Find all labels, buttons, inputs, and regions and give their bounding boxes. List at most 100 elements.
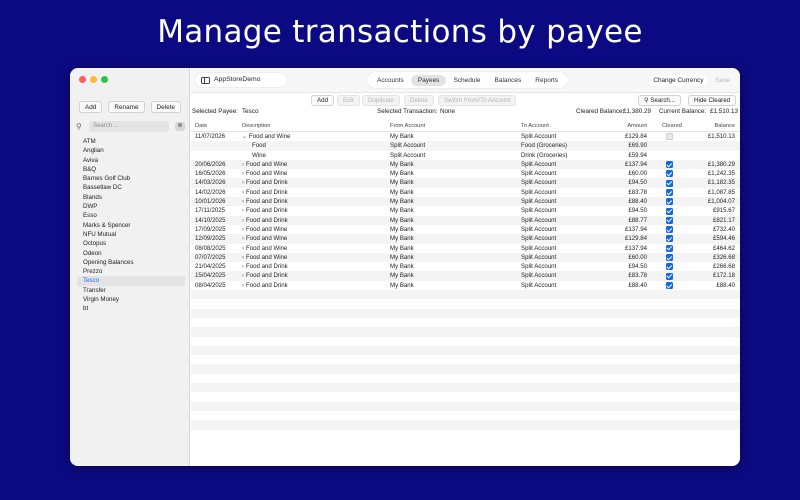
tab-schedule[interactable]: Schedule	[446, 75, 487, 86]
chevron-down-icon[interactable]: ⌄	[242, 134, 247, 140]
save-button[interactable]: Save	[711, 75, 734, 86]
chevron-right-icon[interactable]: ›	[242, 190, 244, 196]
tab-reports[interactable]: Reports	[528, 75, 565, 86]
header-from-account[interactable]: From Account	[390, 121, 425, 132]
cleared-checkbox[interactable]	[666, 263, 673, 271]
payee-item[interactable]: Transfer	[77, 286, 185, 295]
table-row[interactable]: 14/03/2026 › Food and Drink My Bank Split Ac…	[191, 178, 740, 188]
payee-item[interactable]: Bassetlaw DC	[77, 183, 185, 192]
tab-balances[interactable]: Balances	[488, 75, 529, 86]
chevron-right-icon[interactable]: ›	[242, 218, 244, 224]
cleared-checkbox[interactable]	[666, 188, 673, 196]
edit-transaction-button[interactable]: Edit	[337, 95, 360, 106]
table-row[interactable]: Food Split Account Food (Groceries) £69.90	[191, 141, 740, 151]
cleared-checkbox[interactable]	[666, 170, 673, 178]
payee-item[interactable]: DWP	[77, 202, 185, 211]
chevron-right-icon[interactable]: ›	[242, 171, 244, 177]
header-to-account[interactable]: To Account	[521, 121, 549, 132]
table-row[interactable]: 14/10/2025 › Food and Drink My Bank Split Ac…	[191, 215, 740, 225]
table-row[interactable]: 15/04/2025 › Food and Drink My Bank Split Ac…	[191, 271, 740, 281]
delete-transaction-button[interactable]: Delete	[404, 95, 434, 106]
hide-cleared-button[interactable]: Hide Cleared	[688, 95, 737, 106]
payee-item[interactable]: Marks & Spencer	[77, 221, 185, 230]
search-transactions-button[interactable]: ⚲ Search...	[638, 95, 682, 106]
tab-accounts[interactable]: Accounts	[370, 75, 411, 86]
payee-item[interactable]: Anglian	[77, 146, 185, 155]
chevron-right-icon[interactable]: ›	[242, 283, 244, 289]
cleared-checkbox[interactable]	[666, 198, 673, 206]
sidebar-toggle-icon[interactable]	[201, 76, 210, 84]
payee-item[interactable]: Prezzo	[77, 267, 185, 276]
close-window-button[interactable]	[79, 76, 86, 83]
cleared-checkbox[interactable]	[666, 254, 673, 262]
header-cleared[interactable]: Cleared	[662, 121, 682, 132]
table-row[interactable]: Wine Split Account Drink (Groceries) £59.94	[191, 151, 740, 160]
table-row[interactable]: 14/02/2026 › Food and Drink My Bank Split Ac…	[191, 188, 740, 197]
chevron-right-icon[interactable]: ›	[242, 227, 244, 233]
chevron-right-icon[interactable]: ›	[242, 199, 244, 205]
payee-item[interactable]: NFU Mutual	[77, 230, 185, 239]
payee-item[interactable]: Odeon	[77, 249, 185, 258]
chevron-right-icon[interactable]: ›	[242, 236, 244, 242]
chevron-right-icon[interactable]: ›	[242, 208, 244, 214]
tab-payees[interactable]: Payees	[410, 74, 447, 86]
add-transaction-button[interactable]: Add	[311, 95, 335, 106]
cleared-checkbox[interactable]	[666, 216, 673, 224]
cleared-checkbox[interactable]	[666, 207, 673, 215]
payee-item[interactable]: Barnes Golf Club	[77, 174, 185, 183]
payee-item[interactable]: Blands	[77, 193, 185, 202]
cleared-checkbox[interactable]	[666, 281, 673, 289]
header-amount[interactable]: Amount	[627, 121, 647, 132]
cleared-checkbox[interactable]	[666, 235, 673, 243]
chevron-right-icon[interactable]: ›	[242, 273, 244, 279]
chevron-right-icon[interactable]: ›	[242, 255, 244, 261]
chevron-right-icon[interactable]: ›	[242, 162, 244, 168]
zoom-window-button[interactable]	[101, 76, 108, 83]
payee-item[interactable]: Aviva	[77, 156, 185, 165]
change-currency-button[interactable]: Change Currency	[649, 75, 708, 86]
clear-search-icon[interactable]: ⊗	[175, 122, 185, 131]
table-row[interactable]: 11/07/2026 ⌄ Food and Wine My Bank Split Acc…	[191, 132, 740, 141]
add-payee-button[interactable]: Add	[78, 101, 103, 113]
chevron-right-icon[interactable]: ›	[242, 264, 244, 270]
table-row[interactable]: 16/05/2026 › Food and Wine My Bank Split Acc…	[191, 169, 740, 178]
header-balance[interactable]: Balance	[714, 121, 735, 132]
cell-balance: £594.46	[712, 235, 735, 243]
table-row[interactable]: 10/01/2026 › Food and Drink My Bank Split Ac…	[191, 197, 740, 207]
cleared-balance-label: Cleared Balance:	[576, 108, 625, 115]
header-description[interactable]: Description	[242, 121, 270, 132]
rename-payee-button[interactable]: Rename	[108, 101, 145, 113]
app-name-pill[interactable]: AppStoreDemo	[195, 73, 287, 87]
table-row[interactable]: 20/06/2026 › Food and Wine My Bank Split Acc…	[191, 159, 740, 170]
cell-from-account: My Bank	[390, 170, 414, 178]
cleared-checkbox[interactable]	[666, 272, 673, 280]
cleared-checkbox[interactable]	[666, 161, 673, 169]
payee-item[interactable]: bt	[77, 304, 185, 313]
table-row[interactable]: 07/07/2025 › Food and Wine My Bank Split Acc…	[191, 252, 740, 263]
payee-item[interactable]: ATM	[77, 137, 185, 146]
payee-item[interactable]: Virgin Money	[77, 295, 185, 304]
payee-search-input[interactable]: Search ...	[89, 121, 169, 132]
payee-item[interactable]: Octopus	[77, 239, 185, 248]
cleared-checkbox[interactable]	[666, 244, 673, 252]
table-row[interactable]: 21/04/2025 › Food and Drink My Bank Split Ac…	[191, 262, 740, 271]
payee-item[interactable]: Opening Balances	[77, 258, 185, 267]
chevron-right-icon[interactable]: ›	[242, 180, 244, 186]
duplicate-transaction-button[interactable]: Duplicate	[362, 95, 400, 106]
payee-item[interactable]: Tesco	[77, 276, 185, 286]
table-row[interactable]: 17/11/2025 › Food and Drink My Bank Split Ac…	[191, 206, 740, 215]
header-date[interactable]: Date	[195, 121, 207, 132]
cleared-checkbox[interactable]	[666, 226, 673, 234]
minimize-window-button[interactable]	[90, 76, 97, 83]
table-row[interactable]: 12/09/2025 › Food and Wine My Bank Split Acc…	[191, 234, 740, 244]
payee-item[interactable]: Esso	[77, 211, 185, 220]
cleared-checkbox[interactable]	[666, 179, 673, 187]
switch-accounts-button[interactable]: Switch From/To Account	[438, 95, 517, 106]
cleared-checkbox[interactable]	[666, 133, 673, 141]
chevron-right-icon[interactable]: ›	[242, 246, 244, 252]
table-row[interactable]: 08/08/2025 › Food and Wine My Bank Split Acc…	[191, 244, 740, 253]
table-row[interactable]: 17/09/2025 › Food and Wine My Bank Split Acc…	[191, 225, 740, 234]
delete-payee-button[interactable]: Delete	[150, 101, 181, 113]
table-row[interactable]: 08/04/2025 › Food and Drink My Bank Split Ac…	[191, 281, 740, 290]
payee-item[interactable]: B&Q	[77, 165, 185, 174]
